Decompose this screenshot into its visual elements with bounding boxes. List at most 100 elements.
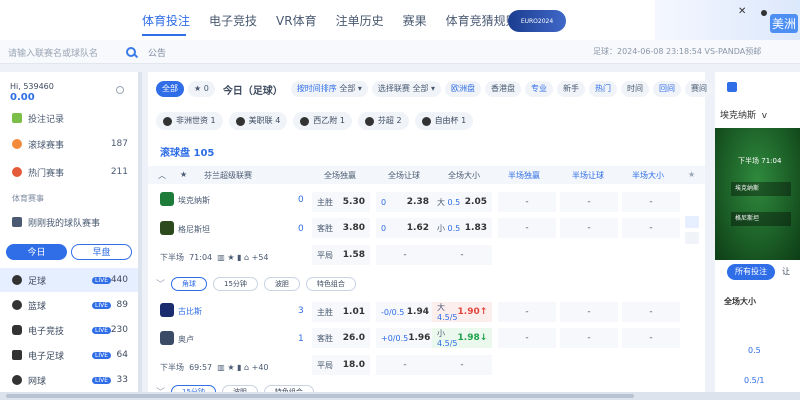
nav-vr[interactable]: VR体育 [276,12,317,29]
nav-rules[interactable]: 体育竞猜规则 [446,12,518,29]
period: 下半场 [160,363,184,372]
expand-icon[interactable]: ﹀ [156,277,165,291]
odds-key: 大 4.5/5 [437,302,458,322]
more-markets[interactable]: +54 [252,253,269,262]
nav-history[interactable]: 注单历史 [336,12,384,29]
odds-cell[interactable]: 平局 18.0 [312,355,370,375]
odds-cell[interactable]: 平局 1.58 [312,245,370,265]
sort-time-button[interactable]: 时间 [621,81,650,97]
all-bets-tab[interactable]: 所有投注 [727,264,775,280]
tab-today[interactable]: 今日 [6,244,67,260]
sidebar-section-title: 体育赛事 [12,194,44,203]
odds-value: 26.0 [342,333,365,343]
sort-match-button[interactable]: 赛间 [685,81,714,97]
tv-icon[interactable] [727,82,737,92]
sport-football[interactable]: 足球 LIVE 440 [0,268,138,292]
sport-tennis[interactable]: 网球 LIVE 33 [0,368,138,392]
stats-icon[interactable]: ▥ ★ ▮ ⌂ [217,253,249,262]
odds-cell[interactable]: 大 4.5/5 1.90↑ [432,302,492,322]
odds-value: 1.58 [342,250,365,260]
odds-value: 1.94 [406,307,429,317]
odds-cell[interactable]: 小 4.5/5 1.98↓ [432,328,492,348]
nav-sports[interactable]: 体育投注 [142,12,190,29]
league-chip[interactable]: 自由杯 1 [414,112,474,130]
sidebar-item-hot[interactable]: 热门赛事 211 [0,162,138,182]
sort-select[interactable]: 按时间排序 全部 ▾ [290,81,368,97]
period: 下半场 [738,157,759,165]
empty-cell: - [432,245,492,265]
odds-key: 主胜 [317,197,333,207]
search-input[interactable]: 请输入联赛名或球队名 [8,44,136,60]
odds-cell[interactable]: +0/0.5 1.96 [376,328,434,348]
ou-type: 大 [437,303,445,312]
all-button[interactable]: 全部 [156,81,184,97]
sport-count: 33 [116,375,128,385]
sidebar-item-bet-record[interactable]: 投注记录 [0,108,138,128]
scrollbar-thumb[interactable] [6,394,634,398]
empty-cell: - [432,355,492,375]
market-tab[interactable]: 15分钟 [213,277,258,291]
sport-count: 440 [110,275,128,285]
home-team: 埃克纳斯 [178,196,210,205]
league-chip[interactable]: 非洲世资 1 [156,112,223,130]
league-chip[interactable]: 美职联 4 [228,112,288,130]
sidebar-scrollbar[interactable] [138,72,142,400]
football-icon [364,116,374,126]
sidebar-item-count: 211 [110,167,128,177]
league-chip[interactable]: 芬超 2 [357,112,409,130]
odds-euro-button[interactable]: 欧洲盘 [445,81,482,97]
odds-hk-button[interactable]: 香港盘 [485,81,522,97]
sport-esports[interactable]: 电子竞技 LIVE 230 [0,318,138,342]
odds-cell[interactable]: 小 0.5 1.83 [432,218,492,238]
sidebar-item-live[interactable]: 滚球赛事 187 [0,134,138,154]
odds-cell[interactable]: -0/0.5 1.94 [376,302,434,322]
stats-icon[interactable]: ▥ ★ ▮ ⌂ [217,363,249,372]
collapse-icon[interactable]: ︿ [158,170,166,181]
side-toggle-icon[interactable] [685,232,699,244]
odds-cell[interactable]: 主胜 5.30 [312,192,370,212]
favorites-button[interactable]: ★ 0 [188,81,215,97]
promo-close-icon[interactable]: ✕ [738,6,746,17]
tab-early[interactable]: 早盘 [71,244,132,260]
refresh-icon[interactable] [116,86,124,94]
ou-line[interactable]: 0.5/1 [744,376,765,385]
sort-room-button[interactable]: 回间 [653,81,682,97]
search-icon[interactable] [126,47,136,57]
league-chip[interactable]: 西乙附 1 [293,112,352,130]
handicap-tab[interactable]: 让 [782,266,790,277]
odds-cell[interactable]: 0 2.38 [376,192,434,212]
promo-dot-icon [761,10,767,16]
league-select[interactable]: 选择联赛 全部 ▾ [371,81,442,97]
chip-label: 非洲世资 [176,116,208,125]
odds-cell[interactable]: 客胜 26.0 [312,328,370,348]
sort-hot-button[interactable]: 热门 [589,81,618,97]
versus: v [761,111,768,121]
odds-cell[interactable]: 0 1.62 [376,218,434,238]
sidebar-item-favorites[interactable]: 刚刚我的球队赛事 [0,212,138,232]
nav-esports[interactable]: 电子竞技 [209,12,257,29]
empty-cell: - [498,218,556,238]
sport-basketball[interactable]: 篮球 LIVE 89 [0,293,138,317]
market-tab[interactable]: 波胆 [263,277,300,291]
promo-banner[interactable]: ✕ 美洲 [655,0,800,40]
odds-cell[interactable]: 大 0.5 2.05 [432,192,492,212]
odds-cell[interactable]: 主胜 1.01 [312,302,370,322]
sport-label: 电子足球 [28,351,65,362]
mode-novice-button[interactable]: 新手 [557,81,586,97]
more-markets[interactable]: +40 [252,363,269,372]
mode-pro-button[interactable]: 专业 [525,81,554,97]
nav-results[interactable]: 赛果 [403,12,427,29]
league-label: 选择联赛 [377,84,410,93]
ou-line[interactable]: 0.5 [748,346,761,355]
ou-type: 小 [437,329,445,338]
euro-logo[interactable]: EURO2024 [508,10,566,32]
side-toggle-icon[interactable] [685,216,699,228]
favorite-star-icon[interactable]: ★ [688,170,695,179]
notice-label[interactable]: 公告 [148,46,166,59]
sport-efootball[interactable]: 电子足球 LIVE 64 [0,343,138,367]
market-tab[interactable]: 特色组合 [305,277,356,291]
chip-count: 1 [461,116,467,125]
market-tab[interactable]: 角球 [171,277,208,291]
odds-cell[interactable]: 客胜 3.80 [312,218,370,238]
live-badge: LIVE [92,276,112,284]
